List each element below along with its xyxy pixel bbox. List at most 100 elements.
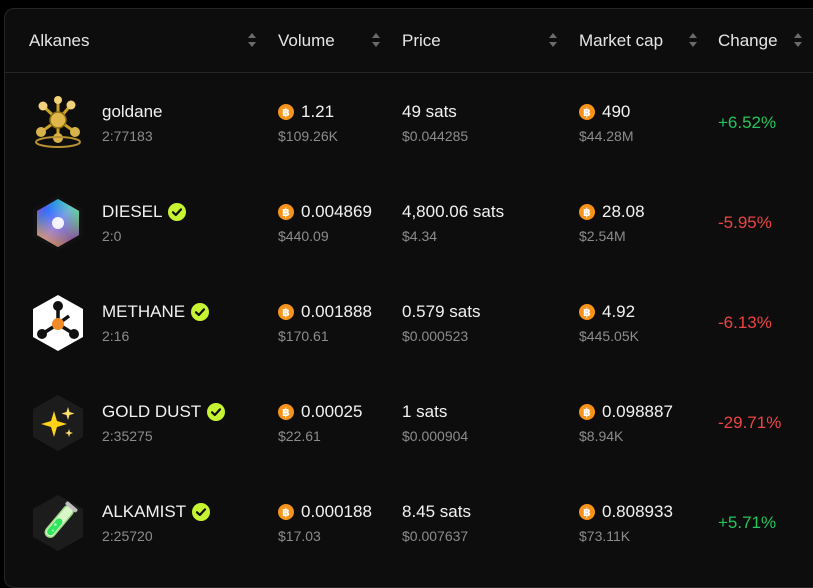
gold-molecule-icon	[29, 94, 87, 152]
token-info: ALKAMIST 2:25720	[102, 502, 211, 544]
sort-market-cap-icon[interactable]	[689, 33, 697, 47]
price-sats: 8.45 sats	[402, 502, 471, 521]
column-header-price[interactable]: Price	[402, 9, 441, 73]
token-name[interactable]: GOLD DUST	[102, 402, 201, 422]
table-header: Alkanes Volume Price Market cap Change	[5, 9, 813, 73]
volume-btc: 0.004869	[301, 202, 372, 221]
table-row[interactable]: METHANE 2:16 ฿ 0.001888 $170.61 0.579 sats $0.…	[5, 273, 813, 373]
diesel-prism-icon	[29, 194, 87, 252]
svg-text:฿: ฿	[282, 406, 290, 419]
market-cap-cell: ฿ 28.08 $2.54M	[579, 202, 645, 244]
market-cap-usd: $8.94K	[579, 428, 624, 444]
svg-text:฿: ฿	[583, 406, 591, 419]
volume-btc: 0.001888	[301, 302, 372, 321]
market-cap-usd: $445.05K	[579, 328, 639, 344]
market-cap-btc: 0.098887	[602, 402, 673, 421]
bitcoin-icon: ฿	[579, 104, 595, 120]
volume-cell: ฿ 0.001888 $170.61	[278, 302, 372, 344]
table-row[interactable]: goldane 2:77183 ฿ 1.21 $109.26K 49 sats $0.044…	[5, 73, 813, 173]
token-info: DIESEL 2:0	[102, 202, 187, 244]
volume-cell: ฿ 0.00025 $22.61	[278, 402, 362, 444]
change-value: -6.13%	[718, 313, 772, 332]
token-name[interactable]: DIESEL	[102, 202, 162, 222]
price-sats: 1 sats	[402, 402, 448, 421]
price-usd: $0.000523	[402, 328, 469, 344]
verified-icon	[207, 403, 226, 421]
svg-text:฿: ฿	[583, 306, 591, 319]
volume-usd: $170.61	[278, 328, 329, 344]
svg-text:฿: ฿	[583, 506, 591, 519]
price-cell: 8.45 sats $0.007637	[402, 502, 471, 544]
column-header-market-cap[interactable]: Market cap	[579, 9, 663, 73]
token-id: 2:77183	[102, 128, 153, 144]
market-cap-usd: $2.54M	[579, 228, 626, 244]
svg-text:฿: ฿	[282, 106, 290, 119]
bitcoin-icon: ฿	[278, 404, 294, 420]
market-cap-btc: 4.92	[602, 302, 636, 321]
table-row[interactable]: DIESEL 2:0 ฿ 0.004869 $440.09 4,800.06 sats $4…	[5, 173, 813, 273]
change-value: -29.71%	[718, 413, 782, 432]
change-value: -5.95%	[718, 213, 772, 232]
volume-usd: $17.03	[278, 528, 321, 544]
svg-text:฿: ฿	[282, 306, 290, 319]
svg-text:฿: ฿	[282, 206, 290, 219]
volume-btc: 0.000188	[301, 502, 372, 521]
sort-alkanes-icon[interactable]	[248, 33, 256, 47]
bitcoin-icon: ฿	[278, 504, 294, 520]
column-header-alkanes[interactable]: Alkanes	[29, 9, 89, 73]
bitcoin-icon: ฿	[278, 304, 294, 320]
price-sats: 0.579 sats	[402, 302, 481, 321]
verified-icon	[192, 503, 211, 521]
table-row[interactable]: GOLD DUST 2:35275 ฿ 0.00025 $22.61 1 sats $0.0…	[5, 373, 813, 473]
svg-text:฿: ฿	[583, 106, 591, 119]
token-info: GOLD DUST 2:35275	[102, 402, 226, 444]
volume-usd: $440.09	[278, 228, 329, 244]
volume-btc: 0.00025	[301, 402, 363, 421]
svg-text:฿: ฿	[583, 206, 591, 219]
market-cap-cell: ฿ 0.808933 $73.11K	[579, 502, 673, 544]
svg-text:฿: ฿	[282, 506, 290, 519]
table-body: goldane 2:77183 ฿ 1.21 $109.26K 49 sats $0.044…	[5, 73, 813, 573]
change-value: +6.52%	[718, 113, 777, 132]
market-cap-btc: 28.08	[602, 202, 645, 221]
volume-cell: ฿ 0.004869 $440.09	[278, 202, 372, 244]
price-usd: $0.044285	[402, 128, 469, 144]
market-cap-cell: ฿ 0.098887 $8.94K	[579, 402, 673, 444]
test-tube-icon	[29, 494, 87, 552]
market-cap-usd: $73.11K	[579, 528, 631, 544]
price-usd: $0.007637	[402, 528, 469, 544]
column-header-volume[interactable]: Volume	[278, 9, 335, 73]
verified-icon	[191, 303, 210, 321]
bitcoin-icon: ฿	[278, 104, 294, 120]
token-id: 2:25720	[102, 528, 153, 544]
token-name[interactable]: METHANE	[102, 302, 185, 322]
volume-btc: 1.21	[301, 102, 335, 121]
market-cap-btc: 490	[602, 102, 631, 121]
price-usd: $4.34	[402, 228, 438, 244]
market-cap-usd: $44.28M	[579, 128, 634, 144]
change-value: +5.71%	[718, 513, 777, 532]
volume-cell: ฿ 1.21 $109.26K	[278, 102, 338, 144]
table-row[interactable]: ALKAMIST 2:25720 ฿ 0.000188 $17.03 8.45 sats $…	[5, 473, 813, 573]
token-name[interactable]: goldane	[102, 102, 163, 122]
bitcoin-icon: ฿	[579, 404, 595, 420]
price-cell: 4,800.06 sats $4.34	[402, 202, 504, 244]
token-id: 2:16	[102, 328, 130, 344]
volume-usd: $22.61	[278, 428, 321, 444]
volume-usd: $109.26K	[278, 128, 338, 144]
sort-price-icon[interactable]	[549, 33, 557, 47]
bitcoin-icon: ฿	[579, 504, 595, 520]
market-cap-btc: 0.808933	[602, 502, 673, 521]
price-cell: 1 sats $0.000904	[402, 402, 468, 444]
bitcoin-icon: ฿	[579, 304, 595, 320]
sort-volume-icon[interactable]	[372, 33, 380, 47]
token-name[interactable]: ALKAMIST	[102, 502, 186, 522]
token-info: goldane 2:77183	[102, 102, 163, 144]
market-cap-cell: ฿ 490 $44.28M	[579, 102, 633, 144]
token-info: METHANE 2:16	[102, 302, 210, 344]
sort-change-icon[interactable]	[794, 33, 802, 47]
token-id: 2:0	[102, 228, 122, 244]
price-sats: 49 sats	[402, 102, 457, 121]
methane-molecule-icon	[29, 294, 87, 352]
column-header-change[interactable]: Change	[718, 9, 778, 73]
